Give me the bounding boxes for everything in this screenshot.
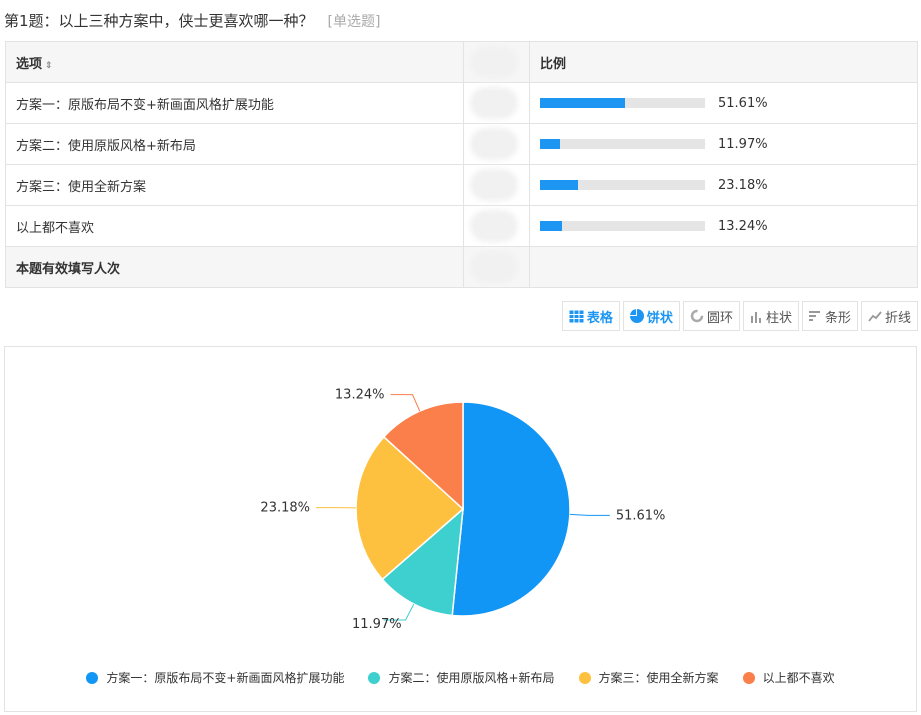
option-label: 以上都不喜欢: [5, 205, 464, 247]
total-count: [463, 246, 530, 288]
question-title: 第1题：以上三种方案中，侠士更喜欢哪一种？ [单选题]: [4, 10, 380, 31]
question-type-tag: [单选题]: [327, 14, 381, 30]
chart-type-toolbar: 表格 饼状 圆环 柱状 条形 折线: [559, 301, 918, 331]
redacted-count: [474, 132, 514, 156]
pie-icon: [629, 309, 644, 323]
option-ratio: 23.18%: [529, 164, 918, 206]
progress-bar-track: [540, 180, 705, 190]
header-count: [463, 41, 530, 83]
header-option[interactable]: 选项 ⇕: [5, 41, 464, 83]
table-row: 方案一：原版布局不变+新画面风格扩展功能 51.61%: [5, 82, 918, 124]
option-count: [463, 82, 530, 124]
header-option-label: 选项: [16, 56, 43, 72]
progress-bar-fill: [540, 221, 562, 231]
ring-icon: [690, 309, 704, 323]
table-icon: [568, 309, 584, 323]
bar-icon: [808, 310, 822, 323]
percent-label: 51.61%: [718, 95, 768, 111]
table-row: 方案二：使用原版风格+新布局 11.97%: [5, 123, 918, 165]
legend-item[interactable]: 方案三：使用全新方案: [578, 669, 719, 686]
pie-data-label: 51.61%: [616, 508, 666, 523]
chart-type-label: 圆环: [706, 310, 733, 326]
legend-label: 以上都不喜欢: [762, 671, 835, 685]
progress-bar-track: [540, 221, 705, 231]
sort-arrows-icon[interactable]: ⇕: [45, 61, 53, 71]
total-row: 本题有效填写人次: [5, 246, 918, 288]
chart-type-button[interactable]: 柱状: [742, 301, 799, 331]
chart-type-label: 折线: [884, 310, 911, 326]
pie-chart: 51.61% 11.97% 23.18% 13.24%: [260, 388, 666, 632]
option-label: 方案二：使用原版风格+新布局: [5, 123, 464, 165]
legend-item[interactable]: 方案一：原版布局不变+新画面风格扩展功能: [86, 669, 344, 686]
progress-bar-fill: [540, 139, 560, 149]
pie-slice[interactable]: [451, 401, 571, 617]
legend-item[interactable]: 以上都不喜欢: [742, 669, 835, 686]
progress-bar-fill: [540, 180, 579, 190]
chart-type-button[interactable]: 折线: [860, 301, 918, 331]
redacted-count: [474, 214, 514, 238]
chart-type-label: 条形: [824, 310, 851, 326]
header-ratio: 比例: [529, 41, 918, 83]
pie-data-label: 23.18%: [260, 501, 310, 516]
progress-bar-track: [540, 98, 705, 108]
option-label: 方案一：原版布局不变+新画面风格扩展功能: [5, 82, 464, 124]
table-row: 以上都不喜欢 13.24%: [5, 205, 918, 247]
legend-dot-icon: [742, 671, 755, 684]
redacted-count: [474, 173, 514, 197]
pie-leader-line: [569, 513, 610, 516]
chart-type-label: 饼状: [646, 310, 673, 326]
total-ratio: [529, 246, 918, 288]
legend-dot-icon: [368, 671, 381, 684]
table-header-row: 选项 ⇕ 比例: [5, 41, 918, 83]
line-icon: [868, 310, 882, 323]
option-ratio: 13.24%: [529, 205, 918, 247]
column-icon: [750, 310, 763, 323]
legend-dot-icon: [86, 671, 99, 684]
legend-item[interactable]: 方案二：使用原版风格+新布局: [368, 669, 555, 686]
chart-type-button[interactable]: 饼状: [622, 301, 680, 331]
table-row: 方案三：使用全新方案 23.18%: [5, 164, 918, 206]
legend-label: 方案二：使用原版风格+新布局: [388, 671, 555, 685]
percent-label: 23.18%: [718, 177, 768, 193]
pie-leader-line: [390, 394, 421, 412]
percent-label: 11.97%: [718, 136, 768, 152]
option-count: [463, 164, 530, 206]
pie-data-label: 13.24%: [335, 388, 385, 403]
legend-label: 方案三：使用全新方案: [598, 671, 719, 685]
pie-data-label: 11.97%: [352, 617, 402, 632]
option-ratio: 51.61%: [529, 82, 918, 124]
redacted-count: [474, 91, 514, 115]
chart-type-button[interactable]: 表格: [561, 301, 620, 331]
question-text: 第1题：以上三种方案中，侠士更喜欢哪一种？: [4, 12, 314, 30]
option-ratio: 11.97%: [529, 123, 918, 165]
legend-label: 方案一：原版布局不变+新画面风格扩展功能: [106, 671, 345, 685]
chart-type-label: 柱状: [765, 310, 792, 326]
option-label: 方案三：使用全新方案: [5, 164, 464, 206]
redacted-count: [474, 50, 514, 74]
option-count: [463, 123, 530, 165]
pie-chart-panel: 51.61% 11.97% 23.18% 13.24% 方案一：原版布局不变+新画面风…: [4, 346, 917, 712]
chart-type-button[interactable]: 条形: [801, 301, 858, 331]
chart-type-label: 表格: [586, 310, 613, 326]
total-label: 本题有效填写人次: [5, 246, 464, 288]
percent-label: 13.24%: [718, 218, 768, 234]
progress-bar-fill: [540, 98, 626, 108]
chart-type-button[interactable]: 圆环: [682, 301, 740, 331]
legend-dot-icon: [578, 671, 591, 684]
redacted-count: [474, 255, 514, 279]
option-count: [463, 205, 530, 247]
progress-bar-track: [540, 139, 705, 149]
results-table: 选项 ⇕ 比例 方案一：原版布局不变+新画面风格扩展功能 51.61% 方案二：使用原…: [5, 41, 918, 288]
chart-legend: 方案一：原版布局不变+新画面风格扩展功能 方案二：使用原版风格+新布局 方案三：使用…: [5, 669, 916, 686]
